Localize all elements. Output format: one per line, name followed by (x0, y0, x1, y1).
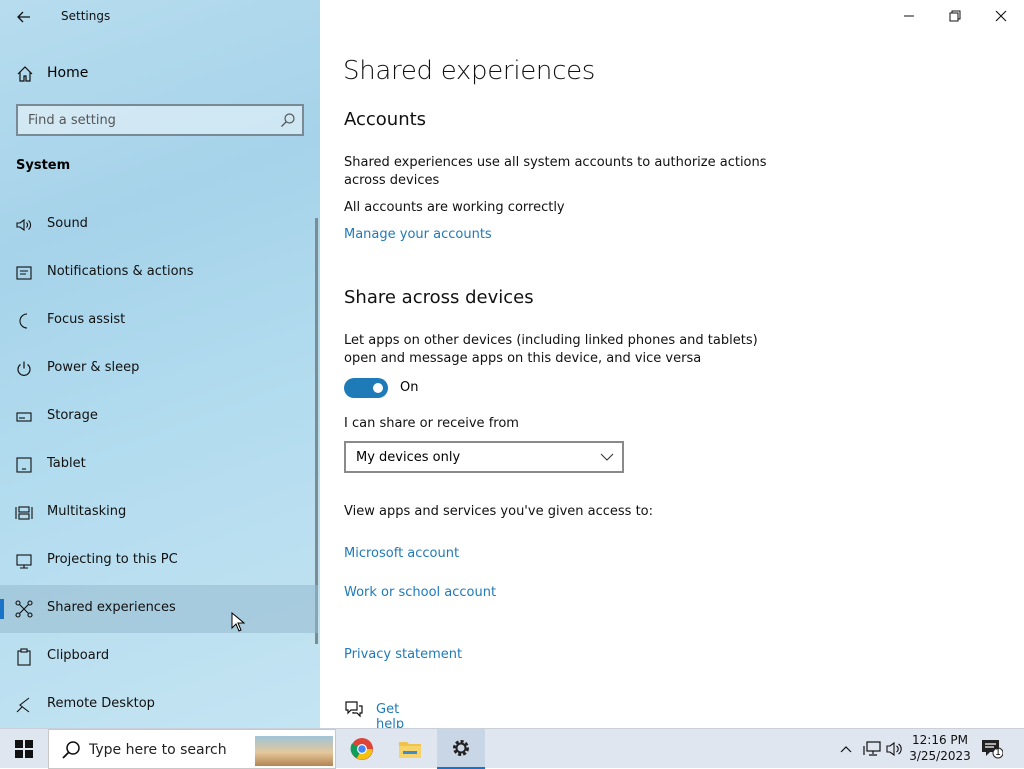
share-heading: Share across devices (344, 287, 534, 308)
share-from-label: I can share or receive from (344, 416, 519, 431)
sidebar-item-label: Multitasking (47, 504, 127, 519)
sidebar-item-tablet[interactable]: Tablet (0, 441, 318, 489)
sidebar-item-multitasking[interactable]: Multitasking (0, 489, 318, 537)
view-access-label: View apps and services you've given acce… (344, 504, 653, 519)
settings-search-box[interactable] (16, 104, 304, 136)
work-school-account-link[interactable]: Work or school account (344, 585, 496, 600)
sidebar-item-notifications[interactable]: Notifications & actions (0, 249, 318, 297)
toggle-knob (373, 383, 383, 393)
taskbar-settings[interactable] (437, 729, 485, 769)
settings-search-input[interactable] (18, 106, 268, 134)
manage-accounts-link[interactable]: Manage your accounts (344, 227, 492, 242)
sidebar-item-remote-desktop[interactable]: Remote Desktop (0, 681, 318, 728)
toggle-state-label: On (400, 380, 419, 395)
taskbar-chrome[interactable] (338, 729, 386, 769)
sidebar-item-projecting[interactable]: Projecting to this PC (0, 537, 318, 585)
sidebar-item-label: Remote Desktop (47, 696, 155, 711)
section-title: System (16, 158, 71, 173)
sidebar-item-label: Power & sleep (47, 360, 140, 375)
privacy-statement-link[interactable]: Privacy statement (344, 647, 462, 662)
sidebar-item-label: Shared experiences (47, 600, 176, 615)
remote-desktop-icon (16, 697, 30, 713)
sidebar-item-label: Sound (47, 216, 88, 231)
sidebar-item-label: Clipboard (47, 648, 110, 663)
get-help-icon (345, 701, 363, 718)
sidebar-item-focus-assist[interactable]: Focus assist (0, 297, 318, 345)
share-from-dropdown[interactable]: My devices only (344, 441, 624, 473)
storage-icon (16, 412, 32, 422)
notifications-icon (16, 266, 32, 280)
sidebar-item-sound[interactable]: Sound (0, 201, 318, 249)
chevron-up-icon (840, 746, 852, 753)
sidebar-item-label: Storage (47, 408, 98, 423)
sidebar-item-label: Projecting to this PC (47, 552, 178, 567)
action-center-button[interactable]: 1 (980, 729, 1004, 769)
settings-sidebar: Settings Home System Sound Notifications… (0, 0, 320, 728)
home-icon (17, 66, 33, 82)
sidebar-item-storage[interactable]: Storage (0, 393, 318, 441)
clock-date: 3/25/2023 (909, 749, 971, 763)
share-from-value: My devices only (356, 450, 461, 465)
show-hidden-icons-button[interactable] (836, 729, 856, 769)
sidebar-item-label: Tablet (47, 456, 86, 471)
taskbar-search-box[interactable]: Type here to search (48, 729, 336, 769)
page-title: Shared experiences (343, 56, 596, 86)
clipboard-icon (17, 648, 31, 666)
volume-icon (886, 741, 902, 757)
taskbar-search-placeholder: Type here to search (89, 742, 227, 758)
chrome-icon (350, 738, 373, 760)
sidebar-item-label: Notifications & actions (47, 264, 194, 279)
chevron-down-icon (600, 453, 614, 461)
power-icon (17, 361, 31, 376)
sidebar-item-shared-experiences[interactable]: Shared experiences (0, 585, 318, 633)
shared-experiences-icon (15, 600, 33, 618)
multitasking-icon (15, 506, 33, 520)
volume-button[interactable] (884, 729, 906, 769)
network-icon (863, 741, 881, 756)
sidebar-item-clipboard[interactable]: Clipboard (0, 633, 318, 681)
network-button[interactable] (860, 729, 884, 769)
app-title: Settings (61, 9, 111, 23)
windows-logo-icon (15, 740, 33, 758)
tablet-icon (16, 457, 32, 473)
search-icon (62, 741, 80, 759)
accounts-status: All accounts are working correctly (344, 200, 565, 215)
accounts-description: Shared experiences use all system accoun… (344, 155, 767, 188)
speaker-icon (16, 218, 31, 232)
taskbar-clock[interactable]: 12:16 PM 3/25/2023 (905, 732, 975, 764)
accounts-heading: Accounts (344, 109, 427, 130)
clock-time: 12:16 PM (912, 733, 968, 747)
taskbar-file-explorer[interactable] (386, 729, 434, 769)
back-button[interactable] (10, 6, 38, 28)
sidebar-item-power-sleep[interactable]: Power & sleep (0, 345, 318, 393)
search-icon[interactable] (280, 112, 296, 128)
search-highlight-image[interactable] (255, 736, 333, 766)
title-bar: Settings (0, 0, 320, 34)
share-toggle[interactable] (344, 378, 388, 398)
moon-icon (19, 313, 28, 329)
start-button[interactable] (0, 729, 48, 769)
notification-count: 1 (995, 748, 1001, 758)
home-nav[interactable]: Home (0, 56, 320, 92)
settings-icon (453, 740, 469, 756)
share-description: Let apps on other devices (including lin… (344, 333, 758, 366)
mouse-cursor-icon (231, 612, 245, 632)
main-content: Shared experiences Accounts Shared exper… (320, 0, 1024, 732)
file-explorer-icon (399, 742, 421, 758)
home-label: Home (47, 65, 89, 81)
back-arrow-icon (17, 11, 30, 23)
sidebar-item-label: Focus assist (47, 312, 126, 327)
microsoft-account-link[interactable]: Microsoft account (344, 546, 459, 561)
projecting-icon (16, 554, 32, 569)
taskbar: Type here to search 12:16 PM 3/25/2023 1 (0, 728, 1024, 769)
